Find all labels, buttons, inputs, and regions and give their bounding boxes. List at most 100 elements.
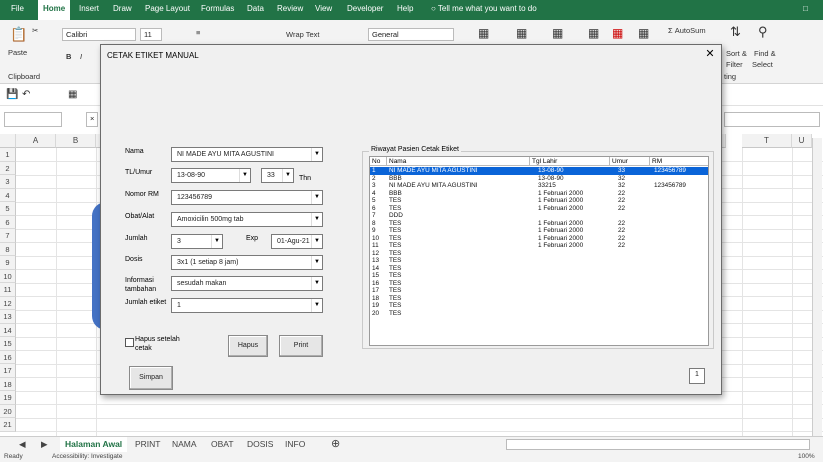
hapus-button[interactable]: Hapus: [228, 335, 268, 357]
row-header[interactable]: 14: [0, 323, 16, 337]
close-icon[interactable]: ✕: [703, 47, 717, 61]
number-format-select[interactable]: General: [368, 28, 454, 41]
history-header-tgl-lahir[interactable]: Tgl Lahir: [530, 157, 610, 166]
row-header[interactable]: 9: [0, 256, 16, 270]
sheet-tab-nama[interactable]: NAMA: [167, 437, 202, 452]
tell-me-search[interactable]: ○ Tell me what you want to do: [426, 0, 542, 20]
history-row[interactable]: 9 TES 1 Februari 2000 22: [370, 227, 708, 235]
font-size-select[interactable]: 11: [140, 28, 162, 41]
chevron-down-icon[interactable]: ▼: [311, 148, 322, 161]
row-header[interactable]: 18: [0, 377, 16, 391]
history-row[interactable]: 13 TES: [370, 257, 708, 265]
conditional-format-icon[interactable]: ▦: [478, 26, 489, 40]
page-number-box[interactable]: 1: [689, 368, 705, 384]
tab-help[interactable]: Help: [392, 0, 418, 20]
history-row[interactable]: 16 TES: [370, 280, 708, 288]
cancel-formula-icon[interactable]: ×: [86, 112, 98, 127]
font-name-select[interactable]: Calibri: [62, 28, 136, 41]
column-header-a[interactable]: A: [16, 134, 56, 148]
filter-label[interactable]: Filter: [726, 60, 743, 69]
wrap-text-button[interactable]: Wrap Text: [286, 30, 320, 39]
vertical-scrollbar[interactable]: [812, 138, 822, 436]
horizontal-scrollbar[interactable]: [506, 439, 810, 450]
history-row[interactable]: 14 TES: [370, 265, 708, 273]
chevron-down-icon[interactable]: ▼: [311, 235, 322, 248]
row-header[interactable]: 12: [0, 296, 16, 310]
rm-combobox[interactable]: 123456789 ▼: [171, 190, 323, 205]
row-header[interactable]: 6: [0, 215, 16, 229]
history-row[interactable]: 12 TES: [370, 250, 708, 258]
jumlah-combobox[interactable]: 3 ▼: [171, 234, 223, 249]
history-row[interactable]: 2 BBB 13-08-90 32: [370, 175, 708, 183]
nama-combobox[interactable]: NI MADE AYU MITA AGUSTINI ▼: [171, 147, 323, 162]
autosum-button[interactable]: Σ AutoSum: [668, 26, 706, 35]
umur-combobox[interactable]: 33 ▼: [261, 168, 294, 183]
chevron-down-icon[interactable]: ▼: [311, 256, 322, 269]
tab-home[interactable]: Home: [38, 0, 71, 20]
tab-view[interactable]: View: [310, 0, 337, 20]
row-header[interactable]: 11: [0, 283, 16, 297]
select-label[interactable]: Select: [752, 60, 773, 69]
exp-combobox[interactable]: 01-Agu-21 ▼: [271, 234, 323, 249]
tab-insert[interactable]: Insert: [74, 0, 104, 20]
chevron-down-icon[interactable]: ▼: [211, 235, 222, 248]
sort-filter-label[interactable]: Sort &: [726, 49, 747, 58]
sheet-tab-obat[interactable]: OBAT: [206, 437, 239, 452]
history-row[interactable]: 20 TES: [370, 310, 708, 318]
comments-icon[interactable]: □: [798, 0, 813, 20]
info-combobox[interactable]: sesudah makan ▼: [171, 276, 323, 291]
print-button[interactable]: Print: [279, 335, 323, 357]
history-header-nama[interactable]: Nama: [387, 157, 530, 166]
hapus-setelah-cetak-checkbox[interactable]: [125, 338, 134, 347]
history-row[interactable]: 7 DDD: [370, 212, 708, 220]
add-sheet-icon[interactable]: ⊕: [326, 437, 345, 452]
sheet-tab-info[interactable]: INFO: [280, 437, 310, 452]
column-header-u[interactable]: U: [792, 134, 812, 148]
find-select-label[interactable]: Find &: [754, 49, 776, 58]
find-select-icon[interactable]: ⚲: [758, 24, 768, 40]
form-icon[interactable]: ▦: [68, 89, 77, 100]
row-header[interactable]: 4: [0, 188, 16, 202]
history-row[interactable]: 10 TES 1 Februari 2000 22: [370, 235, 708, 243]
sheet-tab-print[interactable]: PRINT: [130, 437, 166, 452]
save-icon[interactable]: 💾: [6, 89, 18, 100]
chevron-down-icon[interactable]: ▼: [311, 299, 322, 312]
history-row[interactable]: 15 TES: [370, 272, 708, 280]
paste-icon[interactable]: 📋: [10, 26, 27, 43]
simpan-button[interactable]: Simpan: [129, 366, 173, 390]
select-all-corner[interactable]: [0, 134, 16, 148]
format-cells-icon[interactable]: ▦: [638, 26, 649, 40]
jumlah-etiket-combobox[interactable]: 1 ▼: [171, 298, 323, 313]
accessibility-status[interactable]: Accessibility: Investigate: [52, 453, 122, 460]
history-row[interactable]: 3 NI MADE AYU MITA AGUSTINI 33215 32 1234567…: [370, 182, 708, 190]
history-header-no[interactable]: No: [370, 157, 387, 166]
row-header[interactable]: 19: [0, 391, 16, 405]
row-header[interactable]: 20: [0, 404, 16, 418]
delete-cells-icon[interactable]: ▦: [612, 26, 623, 40]
row-header[interactable]: 16: [0, 350, 16, 364]
align-icon[interactable]: ≡: [196, 28, 200, 37]
undo-icon[interactable]: ↶: [22, 89, 30, 100]
column-header-b[interactable]: B: [56, 134, 96, 148]
formula-input[interactable]: [724, 112, 820, 127]
row-header[interactable]: 2: [0, 161, 16, 175]
obat-combobox[interactable]: Amoxicilin 500mg tab ▼: [171, 212, 323, 227]
history-row[interactable]: 4 BBB 1 Februari 2000 22: [370, 190, 708, 198]
row-header[interactable]: 8: [0, 242, 16, 256]
cut-icon[interactable]: ✂: [32, 26, 38, 35]
tab-draw[interactable]: Draw: [108, 0, 137, 20]
chevron-down-icon[interactable]: ▼: [311, 277, 322, 290]
tab-file[interactable]: File: [6, 0, 29, 20]
history-row[interactable]: 19 TES: [370, 302, 708, 310]
tab-formulas[interactable]: Formulas: [196, 0, 239, 20]
row-header[interactable]: 10: [0, 269, 16, 283]
history-row[interactable]: 6 TES 1 Februari 2000 22: [370, 205, 708, 213]
row-header[interactable]: 15: [0, 337, 16, 351]
row-header[interactable]: 17: [0, 364, 16, 378]
tab-page-layout[interactable]: Page Layout: [140, 0, 195, 20]
tgl-lahir-combobox[interactable]: 13-08-90 ▼: [171, 168, 251, 183]
history-row[interactable]: 1 NI MADE AYU MITA AGUSTINI 13-08-90 33 1234…: [370, 167, 708, 175]
tab-review[interactable]: Review: [272, 0, 308, 20]
chevron-down-icon[interactable]: ▼: [282, 169, 293, 182]
scroll-left-icon[interactable]: ◀: [14, 437, 31, 452]
